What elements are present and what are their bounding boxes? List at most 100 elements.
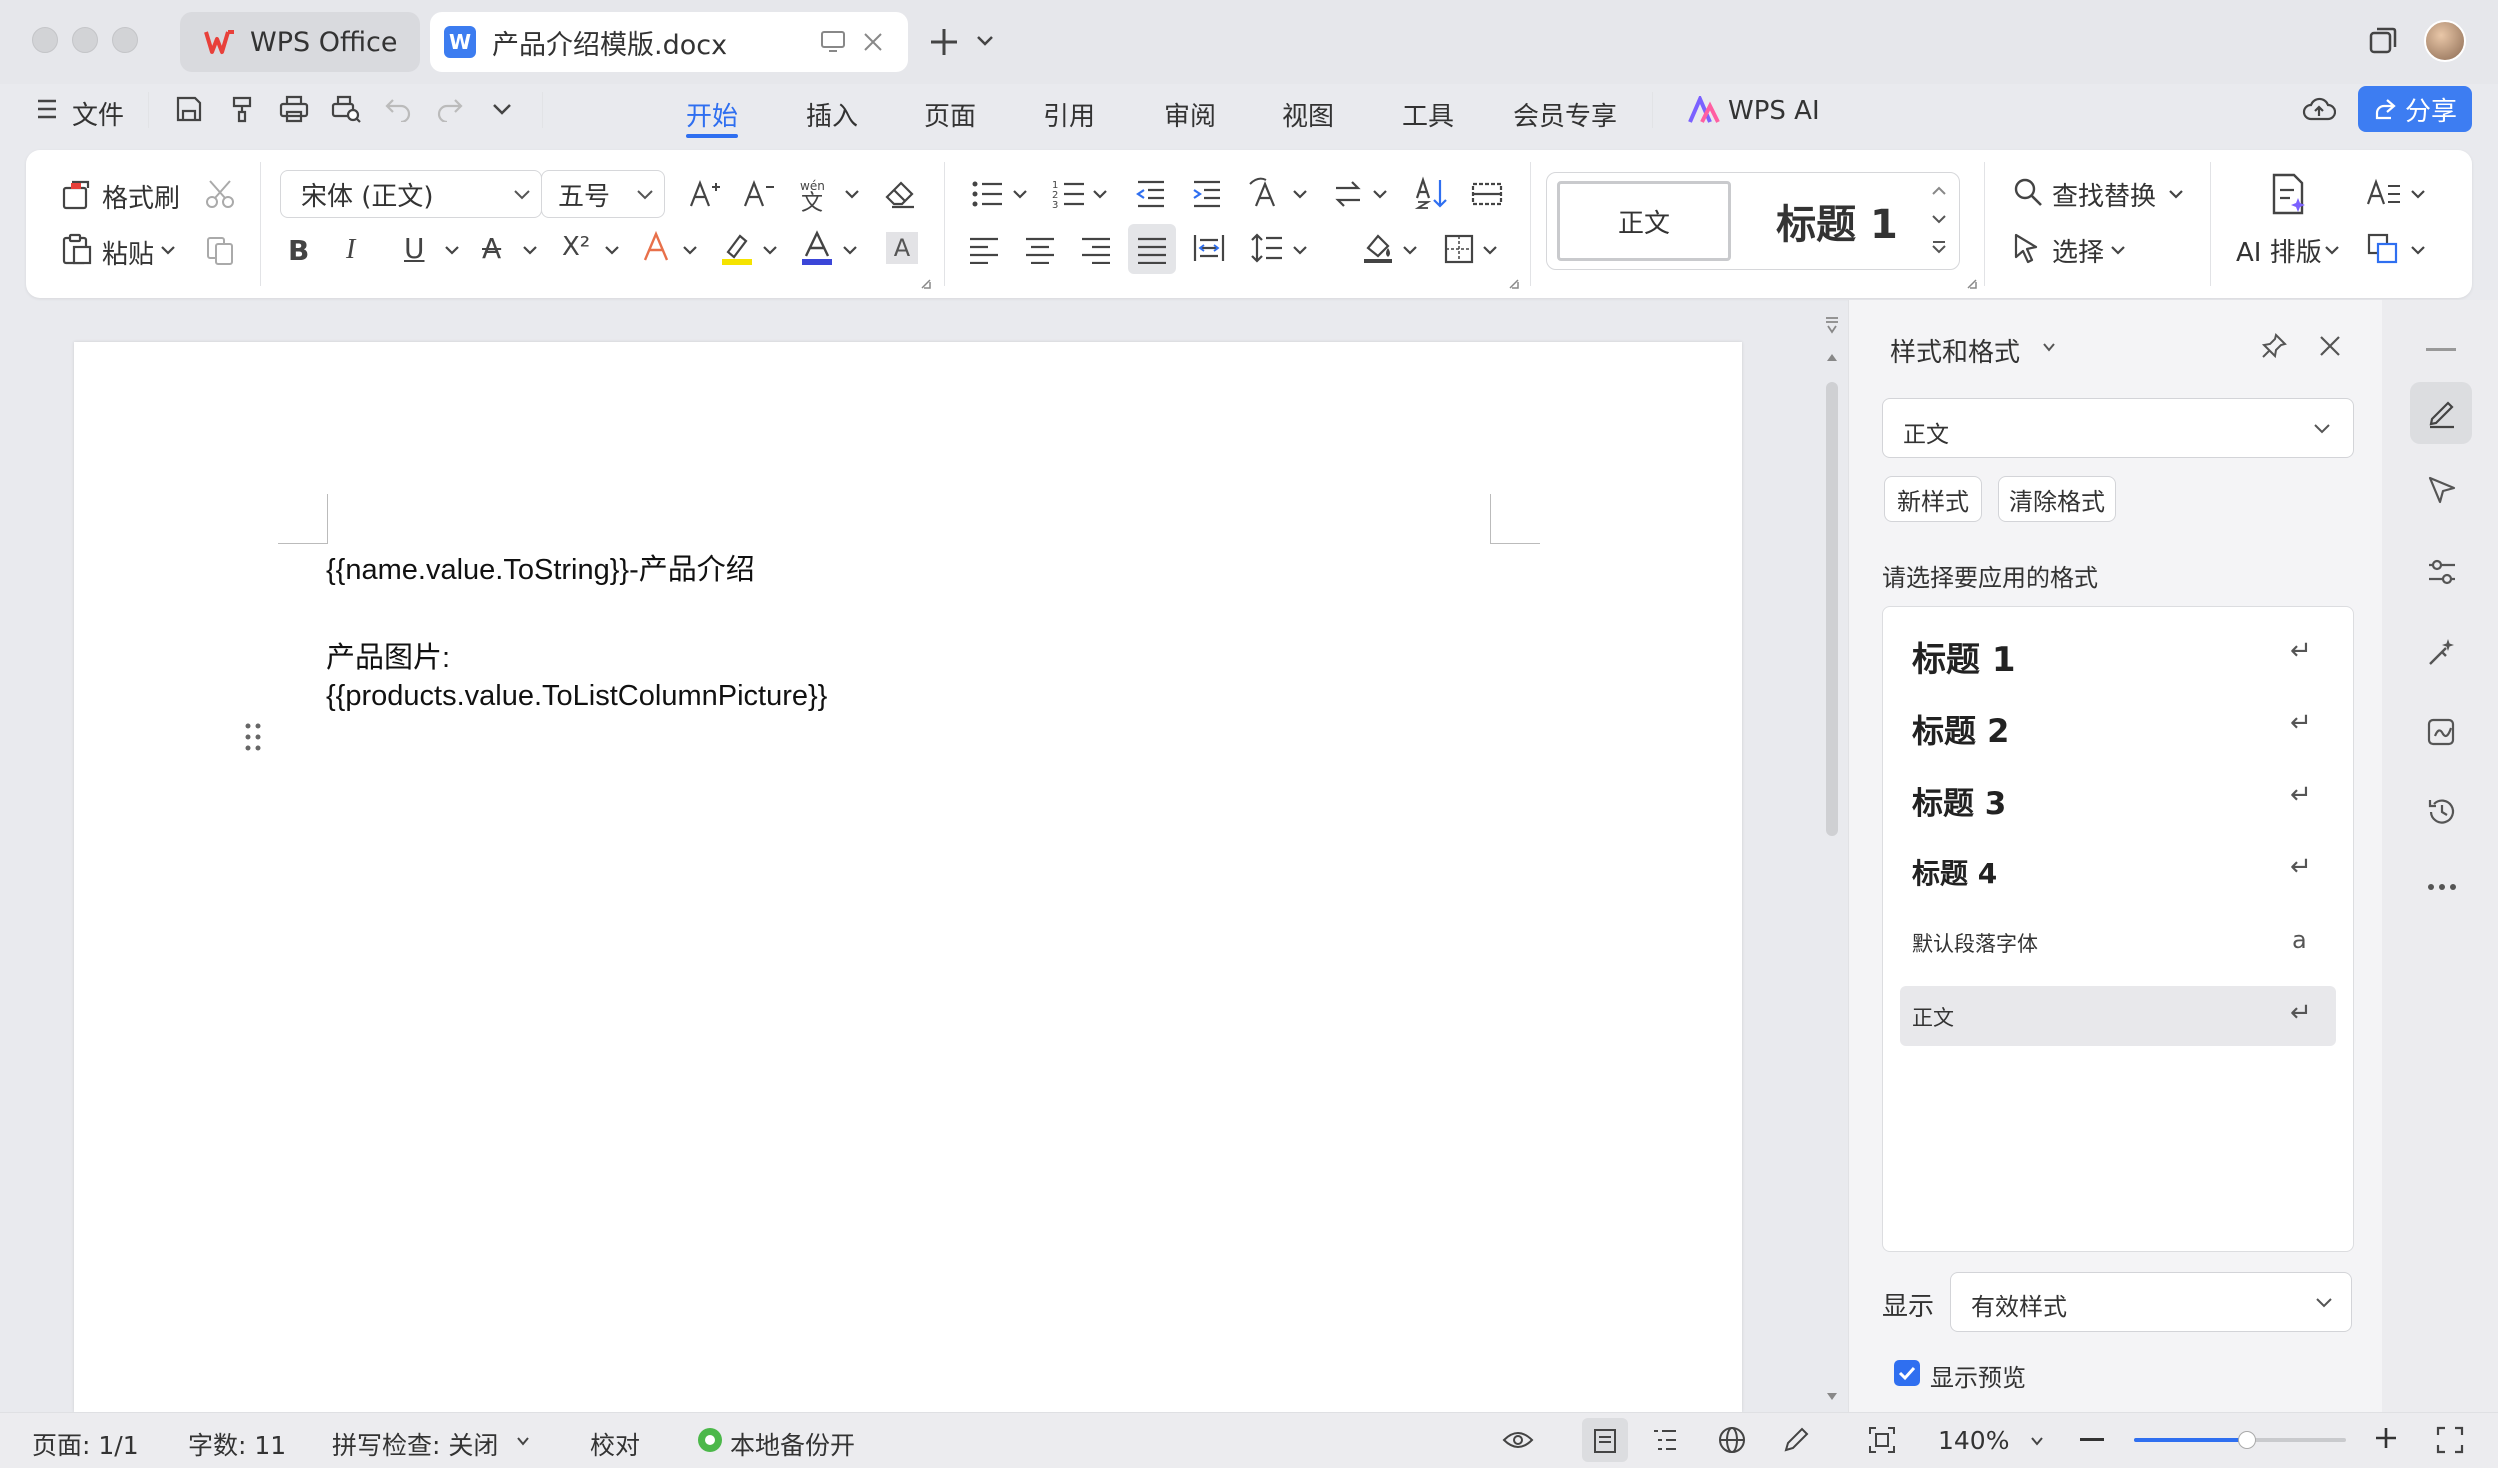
paste-icon[interactable] [60, 232, 94, 266]
tab-wps-ai[interactable]: WPS AI [1728, 96, 1820, 126]
zoom-level[interactable]: 140% [1938, 1426, 2009, 1455]
grow-font-icon[interactable] [688, 178, 722, 210]
format-painter-icon[interactable] [60, 178, 94, 212]
chevron-down-icon[interactable] [2410, 188, 2426, 200]
chevron-down-icon[interactable] [444, 244, 460, 256]
table-borders-icon[interactable] [1470, 178, 1504, 210]
chevron-down-icon[interactable] [160, 244, 176, 256]
chevron-down-icon[interactable] [2324, 244, 2340, 256]
chevron-down-icon[interactable] [682, 244, 698, 256]
list-item-selected[interactable]: 正文 [1900, 986, 2336, 1046]
zoom-slider-thumb[interactable] [2238, 1431, 2256, 1449]
vertical-scrollbar-thumb[interactable] [1826, 382, 1838, 836]
share-button[interactable]: 分享 [2358, 86, 2472, 132]
ai-layout-label[interactable]: AI 排版 [2236, 232, 2322, 269]
new-style-button[interactable]: 新样式 [1884, 476, 1982, 522]
select-arrow-icon[interactable] [2426, 474, 2458, 506]
close-icon[interactable] [2318, 334, 2342, 358]
chevron-down-icon[interactable] [1292, 244, 1308, 256]
highlight-icon[interactable] [720, 230, 754, 266]
zoom-out-icon[interactable] [2080, 1438, 2104, 1441]
page-count[interactable]: 页面: 1/1 [32, 1426, 139, 1462]
chevron-down-icon[interactable] [1931, 213, 1947, 225]
chevron-down-icon[interactable] [1482, 244, 1498, 256]
bold-icon[interactable]: B [288, 234, 309, 267]
rtl-direction-icon[interactable] [1332, 178, 1364, 210]
clear-format-button[interactable]: 清除格式 [1998, 476, 2116, 522]
fit-page-icon[interactable] [1868, 1426, 1896, 1454]
chevron-down-icon[interactable] [604, 244, 620, 256]
paragraph-dialog-launcher-icon[interactable] [1508, 278, 1520, 290]
scroll-down-icon[interactable] [1826, 1392, 1838, 1402]
word-count[interactable]: 字数: 11 [188, 1426, 286, 1462]
window-close-button[interactable] [32, 27, 58, 53]
character-shading-icon[interactable]: A [886, 232, 918, 264]
show-filter-select[interactable]: 有效样式 [1950, 1272, 2352, 1332]
bullet-list-icon[interactable] [970, 178, 1004, 210]
chevron-down-icon[interactable] [762, 244, 778, 256]
undo-icon[interactable] [384, 96, 412, 122]
monitor-icon[interactable] [820, 30, 846, 54]
collapse-handle[interactable] [2426, 348, 2456, 351]
chevron-down-icon[interactable] [2030, 1436, 2044, 1446]
increase-indent-icon[interactable] [1190, 178, 1224, 210]
text-effect-icon[interactable] [642, 230, 672, 264]
tab-member[interactable]: 会员专享 [1513, 96, 1617, 133]
font-size-select[interactable]: 五号 [541, 170, 665, 218]
chevron-up-icon[interactable] [1931, 185, 1947, 197]
distributed-align-icon[interactable] [1192, 232, 1226, 264]
chevron-down-icon[interactable] [2110, 244, 2126, 256]
format-painter-label[interactable]: 格式刷 [102, 178, 180, 215]
decrease-indent-icon[interactable] [1134, 178, 1168, 210]
paste-label[interactable]: 粘贴 [102, 234, 154, 271]
window-minimize-button[interactable] [72, 27, 98, 53]
chevron-down-icon[interactable] [516, 1436, 530, 1446]
outline-view-icon[interactable] [1652, 1428, 1678, 1452]
fullscreen-icon[interactable] [2436, 1426, 2464, 1454]
print-icon[interactable] [278, 94, 310, 124]
select-cursor-icon[interactable] [2012, 232, 2042, 264]
document-check-icon[interactable] [2426, 716, 2458, 748]
web-view-icon[interactable] [1718, 1426, 1746, 1454]
align-center-icon[interactable] [1024, 234, 1056, 264]
list-item[interactable]: 默认段落字体 [1898, 922, 2338, 966]
document-title-line[interactable]: {{name.value.ToString}}-产品介绍 [326, 546, 755, 588]
list-item[interactable]: 标题 3 [1898, 772, 2338, 826]
list-item[interactable]: 标题 1 [1898, 626, 2338, 682]
arrange-shapes-icon[interactable] [2366, 232, 2400, 266]
show-preview-checkbox[interactable] [1894, 1360, 1920, 1386]
find-replace-label[interactable]: 查找替换 [2052, 176, 2156, 213]
style-normal-swatch[interactable]: 正文 [1557, 181, 1731, 261]
line-spacing-icon[interactable] [1250, 232, 1284, 264]
tab-home[interactable]: 开始 [686, 96, 738, 133]
avatar[interactable] [2424, 20, 2466, 62]
tab-wps-office[interactable]: WPS Office [180, 12, 420, 72]
ai-layout-icon[interactable] [2268, 172, 2308, 216]
tab-review[interactable]: 审阅 [1164, 96, 1216, 133]
more-options-icon[interactable] [2426, 882, 2458, 892]
numbered-list-icon[interactable]: 123 [1052, 178, 1086, 210]
chevron-down-icon[interactable] [1402, 244, 1418, 256]
chevron-down-icon[interactable] [1292, 188, 1308, 200]
borders-icon[interactable] [1444, 234, 1474, 264]
clear-formatting-icon[interactable] [884, 178, 918, 210]
proofread-button[interactable]: 校对 [590, 1426, 640, 1462]
window-layout-icon[interactable] [2368, 26, 2398, 56]
justify-button-active[interactable] [1128, 224, 1176, 274]
document-body-line[interactable]: 产品图片: [326, 634, 450, 676]
hamburger-menu-icon[interactable] [36, 97, 58, 121]
list-item[interactable]: 标题 2 [1898, 700, 2338, 754]
print-preview-icon[interactable] [330, 94, 362, 124]
history-icon[interactable] [2426, 796, 2458, 828]
chevron-down-icon[interactable] [842, 244, 858, 256]
cut-icon[interactable] [204, 178, 236, 210]
strikethrough-icon[interactable]: A [482, 232, 501, 265]
adjust-sliders-icon[interactable] [2426, 556, 2458, 588]
font-dialog-launcher-icon[interactable] [920, 278, 932, 290]
scroll-up-icon[interactable] [1826, 352, 1838, 362]
save-icon[interactable] [174, 94, 204, 124]
pin-icon[interactable] [2260, 332, 2288, 360]
chevron-down-icon[interactable] [2410, 244, 2426, 256]
font-color-icon[interactable] [800, 230, 834, 266]
select-label[interactable]: 选择 [2052, 232, 2104, 269]
